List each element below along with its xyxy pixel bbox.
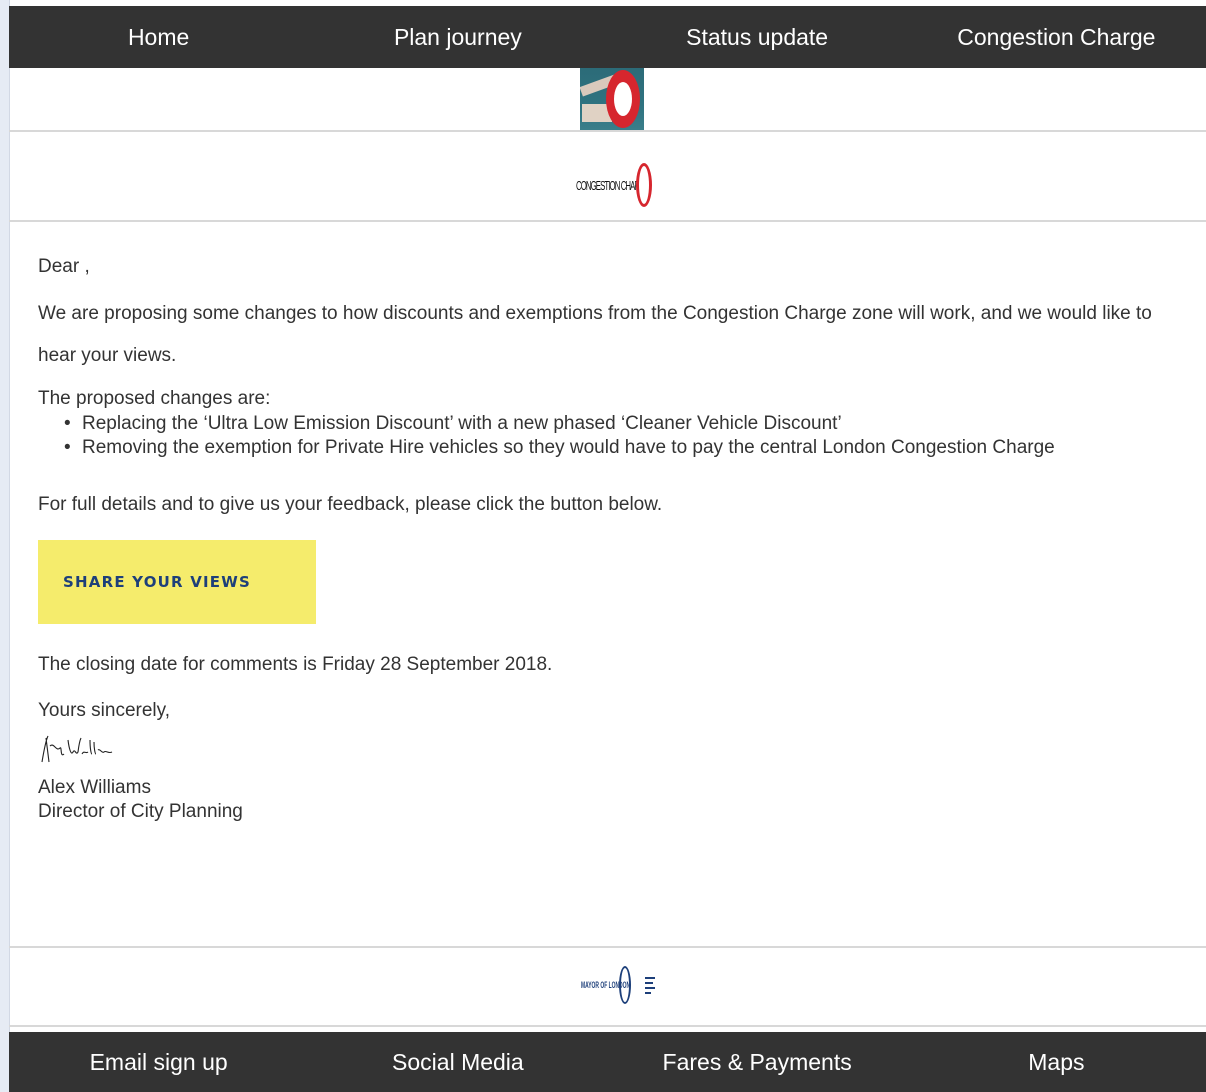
greeting: Dear ,: [38, 256, 90, 277]
nav-home-link[interactable]: Home: [9, 6, 308, 68]
bottom-nav: Email sign up Social Media Fares & Payme…: [9, 1032, 1206, 1092]
top-nav: Home Plan journey Status update Congesti…: [9, 6, 1206, 68]
list-item: Replacing the ‘Ultra Low Emission Discou…: [64, 412, 1188, 436]
signatory-title: Director of City Planning: [38, 801, 243, 822]
list-item: Removing the exemption for Private Hire …: [64, 436, 1188, 460]
changes-list: Replacing the ‘Ultra Low Emission Discou…: [38, 412, 1188, 460]
footer-email-sign-up-link[interactable]: Email sign up: [9, 1032, 308, 1092]
signatory-name: Alex Williams: [38, 777, 151, 798]
divider: [9, 130, 1206, 132]
sign-off: Yours sincerely,: [38, 700, 171, 721]
congestion-charge-logo-text: CONGESTION CHARGE: [576, 177, 650, 193]
hero-congestion-charge-image: [580, 68, 644, 130]
footer-fares-payments-link[interactable]: Fares & Payments: [608, 1032, 907, 1092]
signature-image: [41, 735, 113, 763]
nav-status-update-link[interactable]: Status update: [608, 6, 907, 68]
tfl-logo-text-lines: [645, 976, 655, 994]
divider: [9, 1025, 1206, 1027]
letter-body: Dear , We are proposing some changes to …: [38, 252, 1188, 824]
closing-date-paragraph: The closing date for comments is Friday …: [38, 654, 553, 675]
tfl-roundel-icon: [619, 966, 631, 1004]
footer-logo: MAYOR OF LONDON: [581, 965, 655, 1005]
hero-banner: [9, 68, 1206, 130]
nav-plan-journey-link[interactable]: Plan journey: [308, 6, 607, 68]
congestion-charge-roundel-icon: [636, 163, 652, 207]
divider: [9, 946, 1206, 948]
congestion-charge-logo: CONGESTION CHARGE: [576, 163, 652, 207]
footer-social-media-link[interactable]: Social Media: [308, 1032, 607, 1092]
email-page: Home Plan journey Status update Congesti…: [0, 0, 1206, 1092]
left-edge-strip: [0, 0, 10, 1092]
hero-image-ring-inner: [614, 82, 632, 116]
full-details-paragraph: For full details and to give us your fee…: [38, 494, 663, 515]
nav-congestion-charge-link[interactable]: Congestion Charge: [907, 6, 1206, 68]
share-your-views-button[interactable]: SHARE YOUR VIEWS: [38, 540, 316, 624]
intro-paragraph: We are proposing some changes to how dis…: [38, 303, 1152, 366]
mayor-of-london-logo-text: MAYOR OF LONDON: [581, 980, 631, 990]
divider: [9, 220, 1206, 222]
changes-title: The proposed changes are:: [38, 388, 271, 409]
footer-maps-link[interactable]: Maps: [907, 1032, 1206, 1092]
